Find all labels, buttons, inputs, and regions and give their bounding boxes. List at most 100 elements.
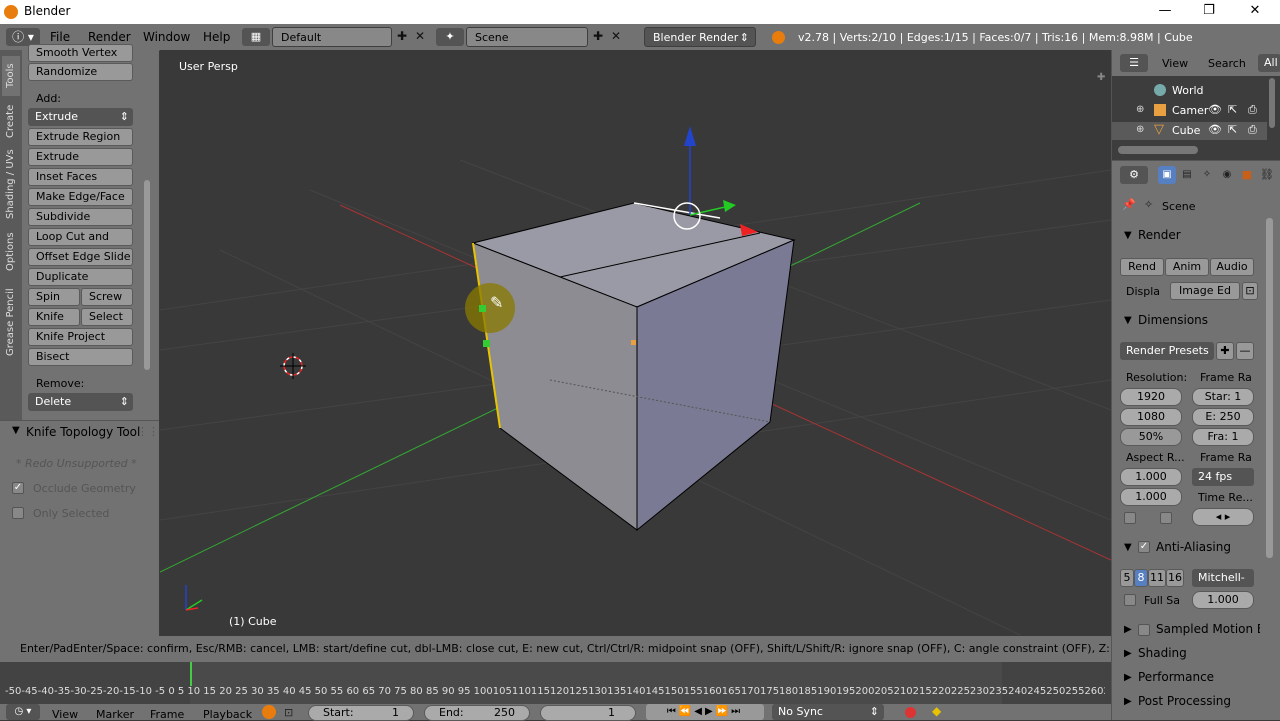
visibility-eye-icon[interactable]: 👁 [1208,123,1222,136]
spin-button[interactable]: Spin [28,288,80,306]
cube-mesh[interactable] [471,202,796,532]
visibility-eye-icon[interactable]: 👁 [1208,103,1222,116]
performance-toggle-icon[interactable]: ▶ [1124,672,1132,683]
tab-grease-pencil[interactable]: Grease Pencil [2,282,20,362]
knife-project-button[interactable]: Knife Project [28,328,133,346]
aa-filter-dropdown[interactable]: Mitchell- [1192,569,1254,587]
sampled-motion-blur-header[interactable]: Sampled Motion Bl [1156,622,1260,636]
duplicate-button[interactable]: Duplicate [28,268,133,286]
full-sample-checkbox[interactable] [1124,594,1136,606]
smooth-vertex-button[interactable]: Smooth Vertex [28,44,133,62]
extrude-dropdown[interactable]: Extrude ⇕ [28,108,133,126]
subdivide-button[interactable]: Subdivide [28,208,133,226]
timeline-menu-playback[interactable]: Playback [203,708,252,721]
collapse-triangle-icon[interactable]: ▼ [12,425,20,436]
make-edge-face-button[interactable]: Make Edge/Face [28,188,133,206]
knife-button[interactable]: Knife [28,308,80,326]
sampled-motion-toggle-icon[interactable]: ▶ [1124,624,1132,635]
start-frame-field[interactable]: Start: 1 [308,705,414,721]
sampled-motion-blur-checkbox[interactable] [1138,624,1150,636]
time-remap-field[interactable]: ◂ ▸ [1192,508,1254,526]
delete-dropdown[interactable]: Delete ⇕ [28,393,133,411]
render-section-header[interactable]: Render [1138,228,1181,242]
resolution-percentage-field[interactable]: 50% [1120,428,1182,446]
timeline-menu-frame[interactable]: Frame [150,708,184,721]
current-frame-marker[interactable] [190,662,192,686]
shading-section-header[interactable]: Shading [1138,646,1187,660]
menu-render[interactable]: Render [88,30,131,44]
outliner-row-world[interactable]: World [1112,82,1267,100]
post-processing-section-header[interactable]: Post Processing [1138,694,1231,708]
remove-preset-icon[interactable]: — [1236,342,1254,360]
knife-select-button[interactable]: Select [81,308,133,326]
remove-scene-icon[interactable]: ✕ [608,28,624,44]
outliner-scrollbar[interactable] [1118,146,1198,154]
expand-icon[interactable]: ⊕ [1136,124,1144,135]
outliner-editor-type-icon[interactable]: ☰ [1120,54,1148,72]
anti-aliasing-checkbox[interactable]: ✓ [1138,541,1150,553]
selectable-cursor-icon[interactable]: ⇱ [1228,123,1237,136]
tab-options[interactable]: Options [2,228,20,276]
post-processing-toggle-icon[interactable]: ▶ [1124,696,1132,707]
timeline-editor[interactable]: -50-45-40-35-30-25-20-15-10 -5 0 5 10 15… [0,662,1111,704]
expand-icon[interactable]: ⊕ [1136,104,1144,115]
remove-screen-icon[interactable]: ✕ [412,28,428,44]
current-frame-field[interactable]: 1 [540,705,636,721]
close-button[interactable]: ✕ [1232,0,1278,24]
offset-edge-slide-button[interactable]: Offset Edge Slide [28,248,133,266]
screen-layout-dropdown[interactable]: Default [272,27,392,47]
shading-toggle-icon[interactable]: ▶ [1124,648,1132,659]
object-context-icon[interactable]: ■ [1238,166,1256,184]
aa-samples-5[interactable]: 5 [1120,569,1134,587]
properties-editor-type-icon[interactable]: ⚙ [1120,166,1148,184]
dimensions-section-toggle-icon[interactable]: ▼ [1124,315,1132,326]
timeline-editor-type-icon[interactable]: ◷ ▾ [6,704,40,720]
only-selected-checkbox[interactable] [12,507,24,519]
lock-interface-icon[interactable]: ⊡ [1242,282,1258,300]
filter-size-field[interactable]: 1.000 [1192,591,1254,609]
lock-icon[interactable]: ⊡ [284,706,293,719]
render-presets-dropdown[interactable]: Render Presets [1120,342,1214,360]
render-animation-button[interactable]: Anim [1165,258,1209,276]
tool-shelf-scrollbar[interactable] [144,180,150,370]
tab-shading-uvs[interactable]: Shading / UVs [2,146,20,222]
outliner-vscrollbar[interactable] [1269,78,1275,128]
loop-cut-and-slide-button[interactable]: Loop Cut and Slide [28,228,133,259]
aspect-y-field[interactable]: 1.000 [1120,488,1182,506]
properties-scrollbar[interactable] [1266,218,1273,558]
render-camera-icon[interactable]: ⎙ [1248,103,1257,117]
outliner-menu-search[interactable]: Search [1208,57,1246,70]
timeline-menu-marker[interactable]: Marker [96,708,134,721]
render-layers-icon[interactable]: ▤ [1178,166,1196,184]
resolution-x-field[interactable]: 1920 [1120,388,1182,406]
screen-layout-icon[interactable]: ▦ [242,28,270,46]
scene-icon[interactable]: ✦ [436,28,464,46]
drag-handle-icon[interactable]: ⋮⋮ [137,425,159,438]
crop-checkbox[interactable] [1160,512,1172,524]
extrude-region-button[interactable]: Extrude Region [28,128,133,146]
occlude-geometry-checkbox[interactable]: ✓ [12,482,24,494]
render-camera-icon[interactable]: ⎙ [1248,123,1257,137]
inset-faces-button[interactable]: Inset Faces [28,168,133,186]
playback-controls[interactable]: ⏮⏪◀▶⏩⏭ [646,704,764,720]
aa-samples-11[interactable]: 11 [1148,569,1166,587]
menu-help[interactable]: Help [203,30,230,44]
anti-aliasing-section-header[interactable]: Anti-Aliasing [1156,540,1231,554]
render-section-toggle-icon[interactable]: ▼ [1124,230,1132,241]
menu-window[interactable]: Window [143,30,190,44]
add-preset-icon[interactable]: ✚ [1216,342,1234,360]
outliner-filter-dropdown[interactable]: All [1258,54,1280,72]
menu-file[interactable]: File [50,30,70,44]
start-frame-field[interactable]: Star: 1 [1192,388,1254,406]
tab-create[interactable]: Create [2,100,20,142]
pin-icon[interactable]: 📌 [1122,198,1136,211]
aa-samples-16[interactable]: 16 [1166,569,1184,587]
aa-samples-8[interactable]: 8 [1134,569,1148,587]
keyframe-icon[interactable]: ◆ [932,704,941,718]
3d-viewport[interactable]: ✎ User Persp (1) Cube ✚ [160,50,1111,635]
world-context-icon[interactable]: ◉ [1218,166,1236,184]
sync-dropdown[interactable]: No Sync ⇕ [772,704,884,720]
performance-section-header[interactable]: Performance [1138,670,1214,684]
frame-rate-dropdown[interactable]: 24 fps [1192,468,1254,486]
extrude-individual-button[interactable]: Extrude Individual [28,148,133,179]
